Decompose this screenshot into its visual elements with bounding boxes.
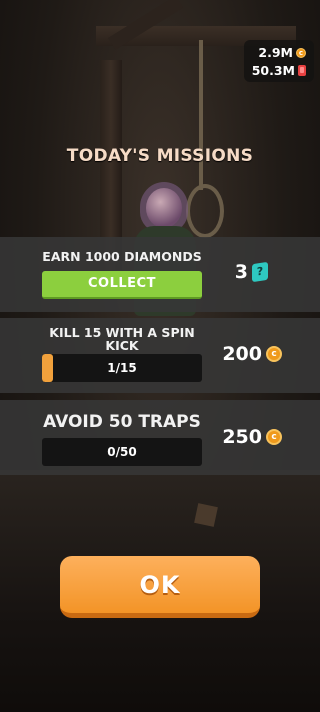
mission-card: AVOID 50 TRAPS 0/50 250 c (0, 400, 320, 475)
diamond-icon: ? (252, 261, 268, 283)
mission-progress-bar: 0/50 (42, 438, 202, 466)
reward-amount: 200 (222, 343, 262, 365)
mission-label: AVOID 50 TRAPS (43, 412, 201, 432)
gem-balance-row: 50.3M (252, 63, 306, 78)
progress-fill (42, 354, 53, 382)
reward-amount: 3 (234, 261, 248, 283)
character-head (146, 188, 182, 228)
gem-balance: 50.3M (251, 63, 295, 78)
coin-balance-row: 2.9M c (258, 45, 306, 60)
progress-text: 0/50 (107, 445, 137, 459)
mission-label: EARN 1000 DIAMONDS (42, 249, 202, 264)
mission-card: KILL 15 WITH A SPIN KICK 1/15 200 c (0, 318, 320, 393)
ok-button[interactable]: OK (60, 556, 260, 618)
collect-button[interactable]: COLLECT (42, 271, 202, 299)
rope (199, 40, 203, 190)
mission-progress-bar: 1/15 (42, 354, 202, 382)
coin-balance: 2.9M (258, 45, 293, 60)
currency-panel: 2.9M c 50.3M (244, 40, 314, 82)
coin-icon: c (296, 47, 306, 58)
crate (194, 503, 218, 527)
noose (186, 184, 224, 238)
mission-reward: 250 c (222, 426, 282, 448)
red-gem-icon (298, 65, 306, 76)
mission-label: KILL 15 WITH A SPIN KICK (49, 325, 195, 353)
page-title: TODAY'S MISSIONS (66, 146, 254, 166)
reward-amount: 250 (222, 426, 262, 448)
mission-reward: 3 ? (235, 261, 268, 283)
mission-reward: 200 c (222, 343, 282, 365)
mission-card: EARN 1000 DIAMONDS COLLECT 3 ? (0, 237, 320, 312)
coin-icon: c (266, 346, 282, 362)
coin-icon: c (266, 429, 282, 445)
progress-text: 1/15 (107, 361, 137, 375)
